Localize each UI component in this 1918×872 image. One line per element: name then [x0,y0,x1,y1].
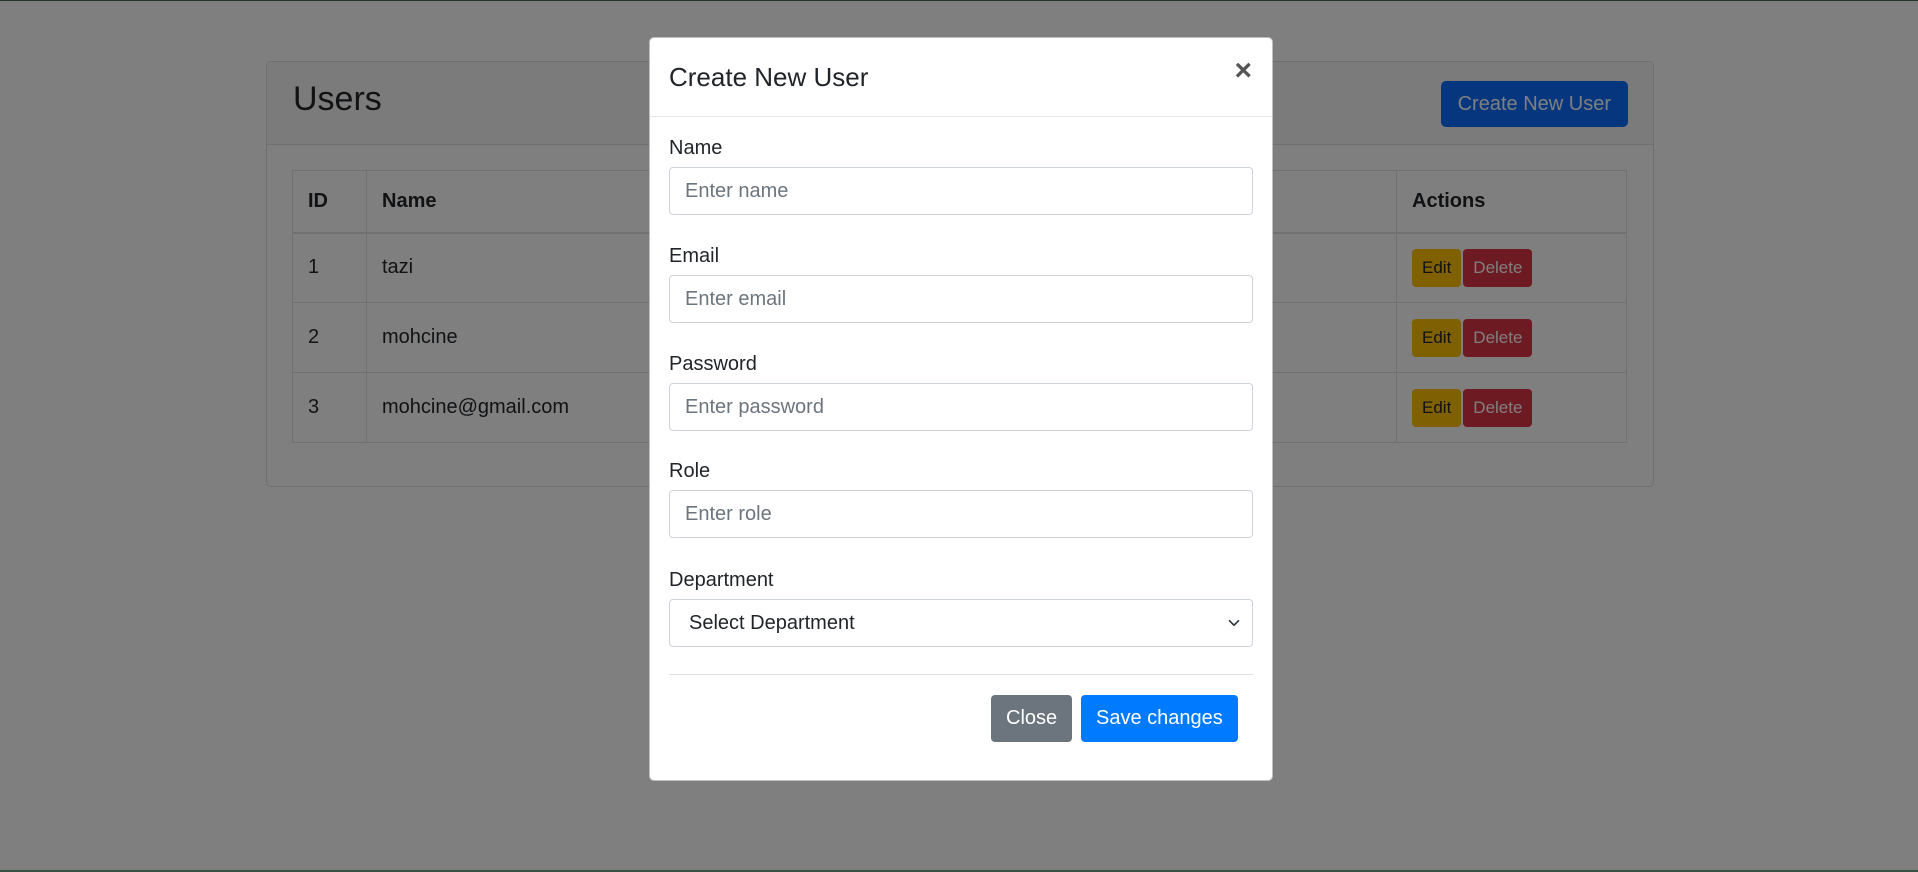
close-button[interactable]: Close [991,695,1073,742]
department-form-group: Department Select Department [669,569,1253,647]
create-user-modal: Create New User × Name Email Password Ro… [649,37,1273,781]
name-input[interactable] [669,167,1253,215]
modal-header: Create New User × [650,38,1272,117]
role-input[interactable] [669,490,1253,538]
department-label: Department [669,569,774,591]
role-form-group: Role [669,460,1253,538]
chevron-down-icon [1228,619,1240,627]
email-form-group: Email [669,245,1253,323]
name-label: Name [669,137,723,159]
role-label: Role [669,460,711,482]
close-icon[interactable]: × [1234,56,1252,86]
name-form-group: Name [669,137,1253,215]
password-input[interactable] [669,383,1253,431]
modal-title: Create New User [669,62,869,92]
department-select[interactable]: Select Department [669,599,1253,647]
password-form-group: Password [669,353,1253,431]
save-changes-button[interactable]: Save changes [1081,695,1238,742]
password-label: Password [669,353,757,375]
department-select-value: Select Department [689,611,855,634]
form-divider [669,674,1253,675]
email-label: Email [669,245,720,267]
email-input[interactable] [669,275,1253,323]
